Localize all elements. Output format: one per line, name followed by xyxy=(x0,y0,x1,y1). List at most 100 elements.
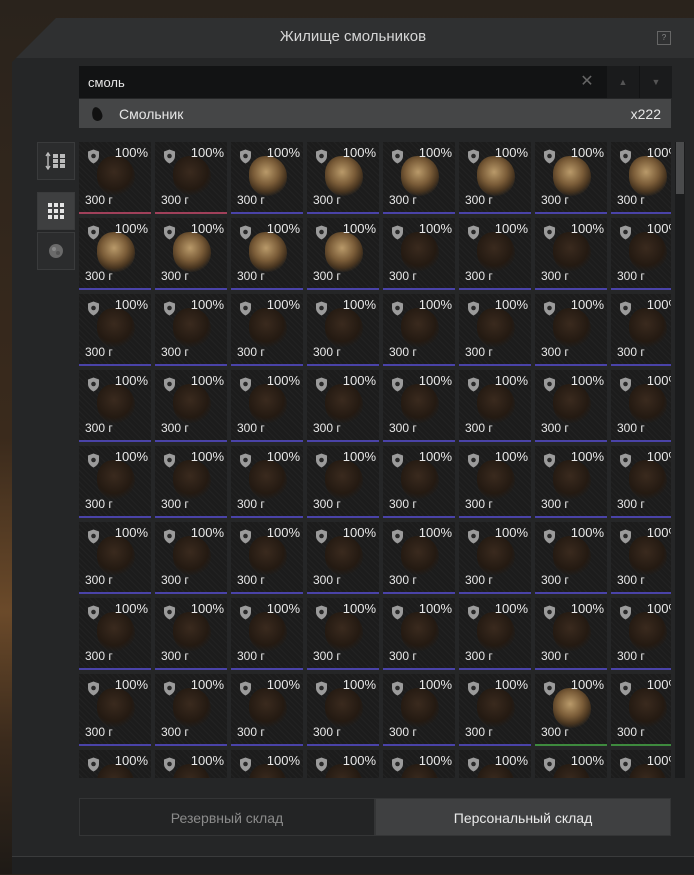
inventory-slot[interactable]: 100% 300 г xyxy=(307,294,379,366)
shield-icon xyxy=(240,453,251,468)
grid-view-button[interactable] xyxy=(37,192,75,230)
inventory-slot[interactable]: 100% 300 г xyxy=(459,142,531,214)
inventory-slot[interactable]: 100% 300 г xyxy=(307,142,379,214)
durability-label: 100% xyxy=(342,145,376,160)
search-input[interactable] xyxy=(79,66,599,98)
scrollbar-thumb[interactable] xyxy=(676,142,684,194)
inventory-slot[interactable]: 100% 300 г xyxy=(611,446,671,518)
sort-button[interactable] xyxy=(37,142,75,180)
inventory-slot[interactable]: 100% 300 г xyxy=(535,294,607,366)
inventory-slot[interactable]: 100% 300 г xyxy=(231,218,303,290)
inventory-slot[interactable]: 100% 300 г xyxy=(535,522,607,594)
resin-item-icon xyxy=(173,688,211,728)
inventory-slot[interactable]: 100% 300 г xyxy=(155,294,227,366)
inventory-slot[interactable]: 100% 300 г xyxy=(155,142,227,214)
inventory-slot[interactable]: 100% 300 г xyxy=(231,370,303,442)
inventory-slot[interactable]: 100% 300 г xyxy=(611,370,671,442)
inventory-slot[interactable]: 100% xyxy=(231,750,303,778)
inventory-slot[interactable]: 100% xyxy=(535,750,607,778)
inventory-slot[interactable]: 100% 300 г xyxy=(611,598,671,670)
shield-icon xyxy=(468,605,479,620)
inventory-slot[interactable]: 100% 300 г xyxy=(155,598,227,670)
inventory-slot[interactable]: 100% 300 г xyxy=(383,674,455,746)
weight-label: 300 г xyxy=(313,193,341,207)
inventory-slot[interactable]: 100% 300 г xyxy=(307,446,379,518)
inventory-slot[interactable]: 100% 300 г xyxy=(535,142,607,214)
inventory-slot[interactable]: 100% 300 г xyxy=(79,446,151,518)
inventory-slot[interactable]: 100% 300 г xyxy=(79,598,151,670)
search-suggestion[interactable]: Смольник x222 xyxy=(79,99,671,128)
tab-personal-storage[interactable]: Персональный склад xyxy=(375,798,671,836)
inventory-slot[interactable]: 100% 300 г xyxy=(79,522,151,594)
inventory-slot[interactable]: 100% 300 г xyxy=(459,674,531,746)
inventory-slot[interactable]: 100% 300 г xyxy=(231,294,303,366)
inventory-slot[interactable]: 100% 300 г xyxy=(611,294,671,366)
inventory-slot[interactable]: 100% 300 г xyxy=(231,142,303,214)
durability-label: 100% xyxy=(418,753,452,768)
inventory-slot[interactable]: 100% 300 г xyxy=(231,674,303,746)
inventory-slot[interactable]: 100% 300 г xyxy=(535,370,607,442)
inventory-slot[interactable]: 100% 300 г xyxy=(383,218,455,290)
inventory-slot[interactable]: 100% 300 г xyxy=(307,370,379,442)
shield-icon xyxy=(392,377,403,392)
inventory-slot[interactable]: 100% 300 г xyxy=(307,598,379,670)
inventory-slot[interactable]: 100% 300 г xyxy=(383,446,455,518)
inventory-slot[interactable]: 100% 300 г xyxy=(611,522,671,594)
inventory-slot[interactable]: 100% 300 г xyxy=(307,522,379,594)
inventory-slot[interactable]: 100% xyxy=(383,750,455,778)
inventory-slot[interactable]: 100% 300 г xyxy=(155,370,227,442)
inventory-slot[interactable]: 100% 300 г xyxy=(231,522,303,594)
inventory-slot[interactable]: 100% 300 г xyxy=(459,446,531,518)
suggestion-count: x222 xyxy=(630,106,661,122)
resin-item-icon xyxy=(401,536,439,576)
inventory-slot[interactable]: 100% 300 г xyxy=(79,142,151,214)
inventory-slot[interactable]: 100% 300 г xyxy=(79,218,151,290)
inventory-slot[interactable]: 100% 300 г xyxy=(535,218,607,290)
inventory-slot[interactable]: 100% 300 г xyxy=(79,294,151,366)
inventory-slot[interactable]: 100% xyxy=(459,750,531,778)
item-filter-button[interactable] xyxy=(37,232,75,270)
inventory-slot[interactable]: 100% 300 г xyxy=(155,674,227,746)
scroll-up-button[interactable]: ▲ xyxy=(607,66,639,98)
inventory-slot[interactable]: 100% 300 г xyxy=(155,522,227,594)
inventory-slot[interactable]: 100% 300 г xyxy=(307,218,379,290)
inventory-slot[interactable]: 100% 300 г xyxy=(383,522,455,594)
inventory-slot[interactable]: 100% 300 г xyxy=(459,522,531,594)
inventory-slot[interactable]: 100% 300 г xyxy=(231,446,303,518)
weight-label: 300 г xyxy=(237,345,265,359)
inventory-slot[interactable]: 100% xyxy=(155,750,227,778)
clear-search-icon[interactable]: ✕ xyxy=(577,72,597,92)
durability-label: 100% xyxy=(342,525,376,540)
inventory-slot[interactable]: 100% 300 г xyxy=(79,370,151,442)
inventory-slot[interactable]: 100% 300 г xyxy=(535,446,607,518)
inventory-slot[interactable]: 100% 300 г xyxy=(459,294,531,366)
inventory-slot[interactable]: 100% 300 г xyxy=(459,598,531,670)
inventory-slot[interactable]: 100% 300 г xyxy=(459,218,531,290)
tab-reserve-storage[interactable]: Резервный склад xyxy=(79,798,375,836)
scroll-down-button[interactable]: ▼ xyxy=(640,66,672,98)
inventory-slot[interactable]: 100% 300 г xyxy=(383,598,455,670)
inventory-slot[interactable]: 100% 300 г xyxy=(535,598,607,670)
inventory-slot[interactable]: 100% 300 г xyxy=(535,674,607,746)
inventory-slot[interactable]: 100% 300 г xyxy=(155,218,227,290)
inventory-slot[interactable]: 100% 300 г xyxy=(611,674,671,746)
inventory-slot[interactable]: 100% 300 г xyxy=(459,370,531,442)
shield-icon xyxy=(316,757,327,772)
inventory-slot[interactable]: 100% 300 г xyxy=(307,674,379,746)
inventory-slot[interactable]: 100% xyxy=(611,750,671,778)
inventory-slot[interactable]: 100% 300 г xyxy=(611,218,671,290)
inventory-slot[interactable]: 100% xyxy=(307,750,379,778)
inventory-slot[interactable]: 100% 300 г xyxy=(231,598,303,670)
inventory-slot[interactable]: 100% 300 г xyxy=(383,370,455,442)
inventory-slot[interactable]: 100% xyxy=(79,750,151,778)
help-icon[interactable]: ? xyxy=(657,31,671,45)
scrollbar[interactable] xyxy=(675,142,685,778)
inventory-slot[interactable]: 100% 300 г xyxy=(383,294,455,366)
inventory-slot[interactable]: 100% 300 г xyxy=(611,142,671,214)
inventory-slot[interactable]: 100% 300 г xyxy=(79,674,151,746)
inventory-slot[interactable]: 100% 300 г xyxy=(155,446,227,518)
weight-label: 300 г xyxy=(161,269,189,283)
resin-item-icon xyxy=(477,308,515,348)
weight-label: 300 г xyxy=(617,269,645,283)
inventory-slot[interactable]: 100% 300 г xyxy=(383,142,455,214)
